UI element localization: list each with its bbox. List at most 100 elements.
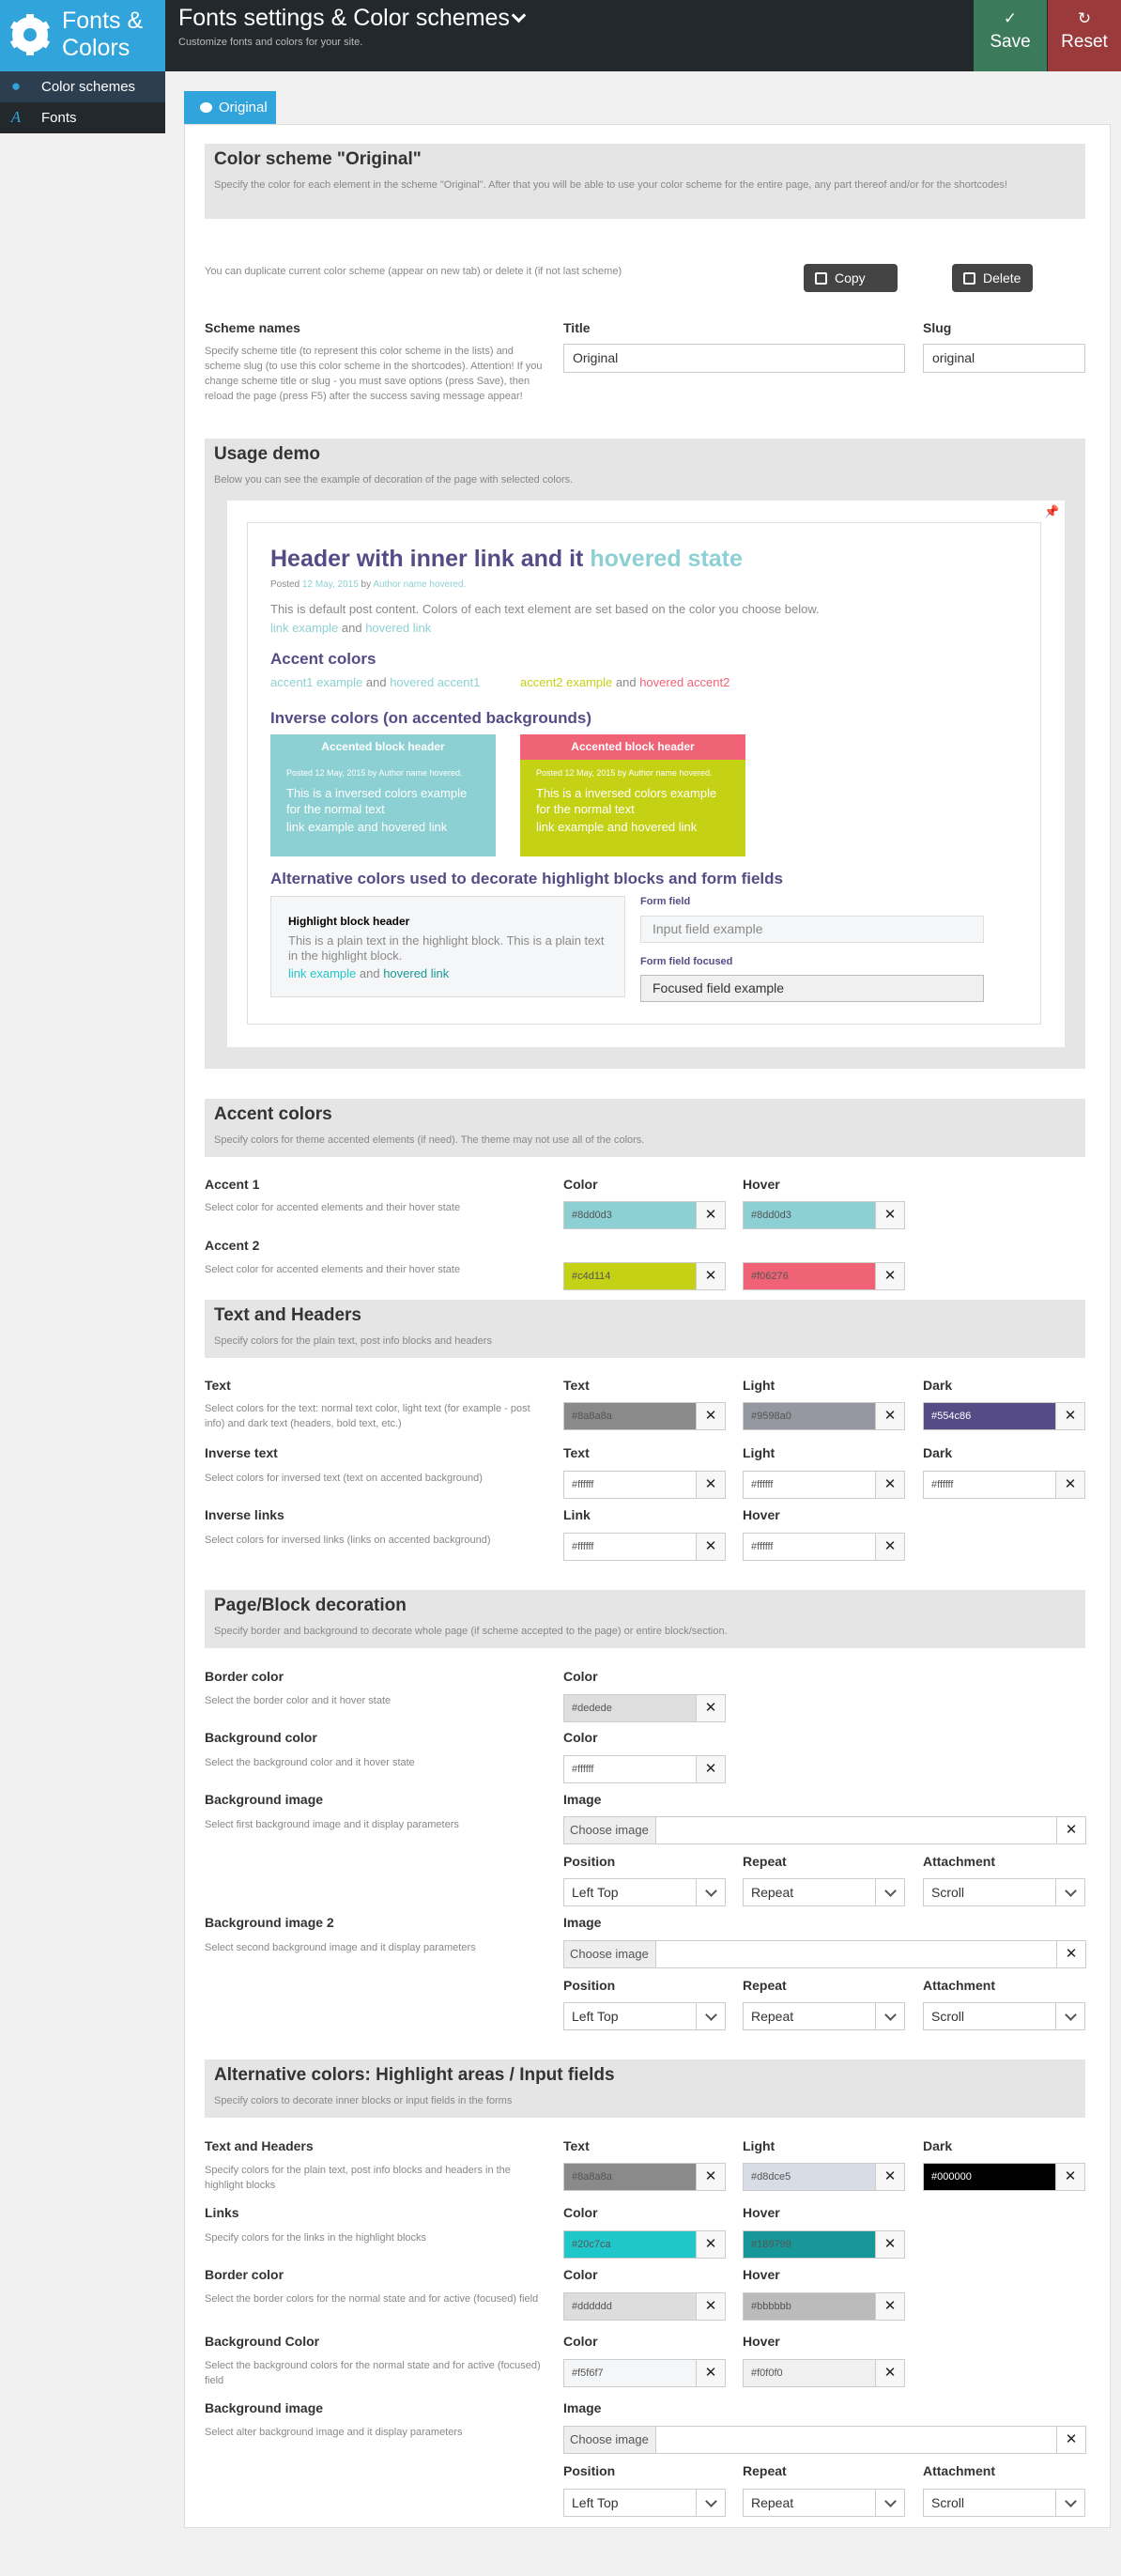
page-title[interactable]: Fonts settings & Color schemes	[178, 5, 510, 32]
alt-dark-picker[interactable]: #000000 ✕	[923, 2163, 1085, 2191]
scheme-section-header: Color scheme "Original" Specify the colo…	[205, 144, 1085, 219]
text-dark-picker[interactable]: #554c86 ✕	[923, 1402, 1085, 1430]
alt-bg-label: Background Color	[205, 2334, 320, 2349]
demo-post-meta: Posted 12 May, 2015 by Author name hover…	[270, 579, 467, 590]
alt-light-picker[interactable]: #d8dce5 ✕	[743, 2163, 905, 2191]
copy-icon	[815, 272, 827, 285]
inverse-link-picker[interactable]: #ffffff ✕	[563, 1533, 726, 1561]
clear-icon[interactable]: ✕	[875, 2164, 904, 2190]
position-2-select[interactable]: Left Top	[563, 2002, 726, 2030]
alt-links-desc: Specify colors for the links in the high…	[205, 2232, 427, 2244]
clear-icon[interactable]: ✕	[696, 2164, 725, 2190]
palette-icon	[200, 102, 212, 113]
repeat-2-select[interactable]: Repeat	[743, 2002, 905, 2030]
clear-icon[interactable]: ✕	[1056, 1941, 1085, 1967]
demo-header-hover[interactable]: hovered state	[590, 546, 743, 572]
clear-icon[interactable]: ✕	[875, 1472, 904, 1498]
clear-icon[interactable]: ✕	[875, 1534, 904, 1560]
clear-icon[interactable]: ✕	[875, 2231, 904, 2258]
clear-icon[interactable]: ✕	[875, 1263, 904, 1289]
alt-link-picker[interactable]: #20c7ca ✕	[563, 2230, 726, 2259]
clear-icon[interactable]: ✕	[696, 1202, 725, 1228]
alt-position-select[interactable]: Left Top	[563, 2489, 726, 2517]
clear-icon[interactable]: ✕	[696, 1695, 725, 1721]
duplicate-hint: You can duplicate current color scheme (…	[205, 266, 622, 277]
inverse-dark-picker[interactable]: #ffffff ✕	[923, 1471, 1085, 1499]
scheme-names-desc: Specify scheme title (to represent this …	[205, 346, 543, 402]
accent-block-1: Accented block header Posted 12 May, 2015…	[270, 734, 496, 856]
background-color-picker[interactable]: #ffffff ✕	[563, 1755, 726, 1783]
alt-bg-picker[interactable]: #f5f6f7 ✕	[563, 2359, 726, 2387]
clear-icon[interactable]: ✕	[875, 2360, 904, 2386]
inverse-hover-picker[interactable]: #ffffff ✕	[743, 1533, 905, 1561]
reset-button[interactable]: ↻ Reset	[1048, 0, 1121, 71]
section-desc: Specify colors for theme accented elemen…	[214, 1134, 645, 1146]
demo-input-field[interactable]: Input field example	[640, 916, 984, 943]
accent1-hover-picker[interactable]: #8dd0d3 ✕	[743, 1201, 905, 1229]
clear-icon[interactable]: ✕	[875, 2293, 904, 2320]
alt-bg-desc: Select the background colors for the nor…	[205, 2360, 541, 2386]
clear-icon[interactable]: ✕	[1055, 2164, 1084, 2190]
clear-icon[interactable]: ✕	[696, 1403, 725, 1429]
inverse-text-picker[interactable]: #ffffff ✕	[563, 1471, 726, 1499]
highlight-text: This is a plain text in the highlight bl…	[288, 933, 605, 963]
alt-text-picker[interactable]: #8a8a8a ✕	[563, 2163, 726, 2191]
title-label: Title	[563, 320, 591, 335]
tab-original[interactable]: Original	[184, 91, 276, 124]
alt-bg-hover-picker[interactable]: #f0f0f0 ✕	[743, 2359, 905, 2387]
border-color-picker[interactable]: #dedede ✕	[563, 1694, 726, 1722]
clear-icon[interactable]: ✕	[1055, 1472, 1084, 1498]
title-input[interactable]: Original	[563, 344, 905, 373]
attachment-2-select[interactable]: Scroll	[923, 2002, 1085, 2030]
alt-bg-image-field[interactable]: Choose image ✕	[563, 2426, 1086, 2454]
inverse-links-label: Inverse links	[205, 1507, 284, 1522]
form-field-label: Form field	[640, 896, 691, 907]
alt-border-picker[interactable]: #dddddd ✕	[563, 2292, 726, 2321]
copy-button[interactable]: Copy	[804, 264, 898, 292]
repeat-select[interactable]: Repeat	[743, 1878, 905, 1906]
choose-image-button[interactable]: Choose image	[564, 1941, 656, 1967]
choose-image-button[interactable]: Choose image	[564, 1817, 656, 1843]
alt-link-hover-picker[interactable]: #189799 ✕	[743, 2230, 905, 2259]
clear-icon[interactable]: ✕	[696, 1472, 725, 1498]
background-image-2-desc: Select second background image and it di…	[205, 1942, 476, 1953]
demo-focused-field[interactable]: Focused field example	[640, 975, 984, 1002]
clear-icon[interactable]: ✕	[696, 1263, 725, 1289]
alt-attachment-select[interactable]: Scroll	[923, 2489, 1085, 2517]
accent1-color-picker[interactable]: #8dd0d3 ✕	[563, 1201, 726, 1229]
pin-icon[interactable]: 📌	[1044, 504, 1059, 519]
save-button[interactable]: ✓ Save	[974, 0, 1047, 71]
text-color-picker[interactable]: #8a8a8a ✕	[563, 1402, 726, 1430]
clear-icon[interactable]: ✕	[875, 1202, 904, 1228]
clear-icon[interactable]: ✕	[1055, 1403, 1084, 1429]
background-image-field[interactable]: Choose image ✕	[563, 1816, 1086, 1844]
delete-button[interactable]: Delete	[952, 264, 1033, 292]
attachment-select[interactable]: Scroll	[923, 1878, 1085, 1906]
position-select[interactable]: Left Top	[563, 1878, 726, 1906]
sidebar-item-color-schemes[interactable]: ● Color schemes	[0, 71, 165, 102]
sidebar: ● Color schemes A Fonts	[0, 71, 165, 133]
clear-icon[interactable]: ✕	[696, 2231, 725, 2258]
clear-icon[interactable]: ✕	[1056, 2427, 1085, 2453]
border-color-label: Border color	[205, 1669, 284, 1684]
inverse-light-picker[interactable]: #ffffff ✕	[743, 1471, 905, 1499]
clear-icon[interactable]: ✕	[1056, 1817, 1085, 1843]
alt-repeat-select[interactable]: Repeat	[743, 2489, 905, 2517]
background-image-2-field[interactable]: Choose image ✕	[563, 1940, 1086, 1968]
clear-icon[interactable]: ✕	[696, 1534, 725, 1560]
accent2-color-picker[interactable]: #c4d114 ✕	[563, 1262, 726, 1290]
clear-icon[interactable]: ✕	[696, 2360, 725, 2386]
section-desc: Below you can see the example of decorat…	[214, 474, 574, 486]
text-light-picker[interactable]: #9598a0 ✕	[743, 1402, 905, 1430]
section-desc: Specify border and background to decorat…	[214, 1626, 728, 1637]
clear-icon[interactable]: ✕	[696, 1756, 725, 1782]
alt-border-hover-picker[interactable]: #bbbbbb ✕	[743, 2292, 905, 2321]
accent2-hover-picker[interactable]: #f06276 ✕	[743, 1262, 905, 1290]
background-image-label: Background image	[205, 1792, 324, 1807]
clear-icon[interactable]: ✕	[696, 2293, 725, 2320]
sidebar-item-fonts[interactable]: A Fonts	[0, 102, 165, 133]
choose-image-button[interactable]: Choose image	[564, 2427, 656, 2453]
slug-input[interactable]: original	[923, 344, 1085, 373]
clear-icon[interactable]: ✕	[875, 1403, 904, 1429]
demo-header: Header with inner link and it hovered st…	[270, 546, 743, 572]
